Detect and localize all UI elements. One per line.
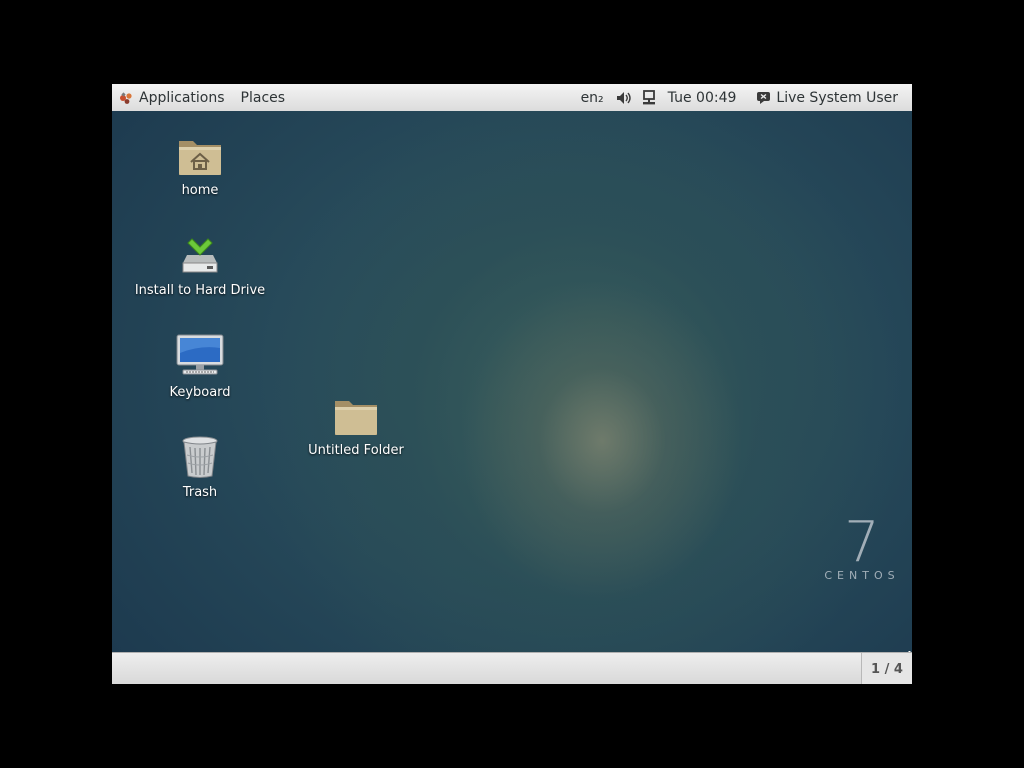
install-drive-icon [182,238,218,273]
desktop-icon-label: Trash [182,485,218,500]
desktop-icon-label: Install to Hard Drive [134,283,266,298]
network-icon [642,89,655,104]
bottom-panel: 1 / 4 [112,652,912,684]
top-panel: Applications Places en₂ Tue 00:49 Live S… [112,84,912,112]
applications-menu[interactable]: Applications [112,84,233,111]
applications-label: Applications [139,89,225,106]
desktop-icon-trash[interactable]: Trash [120,435,280,500]
computer-monitor-icon [176,334,224,375]
user-name-label: Live System User [776,89,898,106]
centos-wordmark: CENTOS [824,569,900,582]
desktop-icon-keyboard[interactable]: Keyboard [120,333,280,400]
desktop-icon-label: Keyboard [169,385,231,400]
user-status-icon [757,91,771,104]
user-menu[interactable]: Live System User [748,84,912,111]
places-label: Places [240,89,286,106]
trash-icon [182,436,218,478]
clock[interactable]: Tue 00:49 [664,84,749,111]
desktop-icon-untitled-folder[interactable]: Untitled Folder [276,397,436,458]
workspace-label: 1 / 4 [871,661,903,677]
desktop[interactable]: home Install to Hard Drive Keyboard Tras… [112,111,912,652]
volume-button[interactable] [612,84,636,111]
desktop-icon-label: Untitled Folder [308,443,404,458]
workspace-switcher[interactable]: 1 / 4 [861,653,912,684]
clock-label: Tue 00:49 [667,89,737,106]
desktop-icon-home[interactable]: home [120,135,280,198]
centos-version-number: 7 [844,510,880,575]
network-button[interactable] [636,84,664,111]
centos-watermark: 7 CENTOS [822,510,902,583]
keyboard-layout-label: en₂ [580,89,604,106]
desktop-icon-label: home [181,183,219,198]
home-folder-icon [179,141,221,175]
folder-icon [335,401,377,435]
screen: Applications Places en₂ Tue 00:49 Live S… [112,84,912,684]
applications-icon [120,91,132,104]
places-menu[interactable]: Places [233,84,294,111]
desktop-icon-install[interactable]: Install to Hard Drive [120,235,280,298]
keyboard-layout-indicator[interactable]: en₂ [573,84,612,111]
volume-icon [616,91,631,104]
